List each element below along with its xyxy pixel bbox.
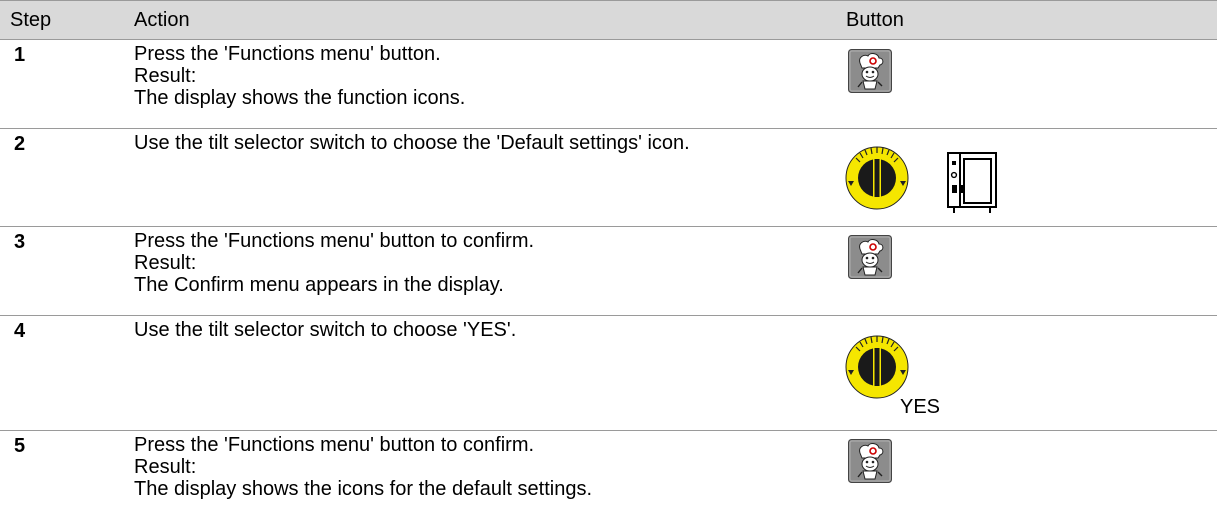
action-text: Press the 'Functions menu' button to con… [134,230,535,252]
result-label: Result: [134,65,197,87]
chef-functions-menu-icon [848,49,892,93]
table-row: 2 Use the tilt selector switch to choose… [0,129,1217,227]
oven-default-settings-icon [946,151,998,215]
step-action: Press the 'Functions menu' button to con… [134,230,824,296]
action-text: Use the tilt selector switch to choose t… [134,132,690,154]
table-row: 1 Press the 'Functions menu' button. Res… [0,40,1217,129]
step-number: 3 [14,231,26,253]
step-number: 2 [14,133,26,155]
header-action: Action [134,9,190,31]
step-action: Use the tilt selector switch to choose t… [134,132,824,154]
tilt-selector-knob-icon [844,137,910,219]
header-step: Step [10,9,52,31]
result-text: The Confirm menu appears in the display. [134,274,504,296]
step-number: 4 [14,320,26,342]
step-number: 1 [14,44,26,66]
step-action: Use the tilt selector switch to choose '… [134,319,824,341]
header-button: Button [846,9,904,31]
action-text: Press the 'Functions menu' button to con… [134,434,535,456]
action-text: Use the tilt selector switch to choose '… [134,319,517,341]
step-action: Press the 'Functions menu' button to con… [134,434,824,500]
table-row: 3 Press the 'Functions menu' button to c… [0,227,1217,316]
table-header: Step Action Button [0,0,1217,40]
result-label: Result: [134,252,197,274]
result-text: The display shows the icons for the defa… [134,478,593,500]
table-row: 5 Press the 'Functions menu' button to c… [0,431,1217,527]
yes-label: YES [900,396,941,418]
step-action: Press the 'Functions menu' button. Resul… [134,43,824,109]
result-label: Result: [134,456,197,478]
action-text: Press the 'Functions menu' button. [134,43,441,65]
chef-functions-menu-icon [848,439,892,483]
chef-functions-menu-icon [848,235,892,279]
instruction-table: Step Action Button 1 Press the 'Function… [0,0,1217,527]
step-number: 5 [14,435,26,457]
result-text: The display shows the function icons. [134,87,466,109]
table-row: 4 Use the tilt selector switch to choose… [0,316,1217,431]
